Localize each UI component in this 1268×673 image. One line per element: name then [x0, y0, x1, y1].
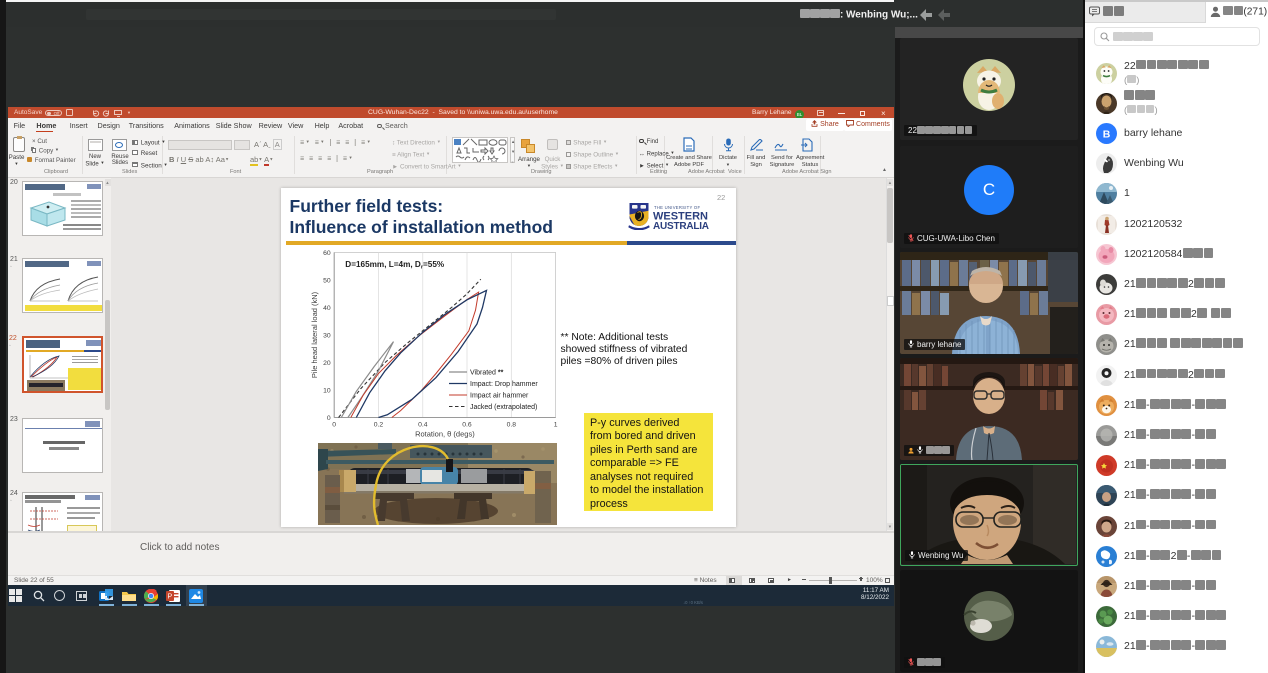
svg-text:0.2: 0.2 — [374, 422, 384, 429]
svg-text:60: 60 — [323, 250, 331, 257]
svg-text:Rotation, θ (degs): Rotation, θ (degs) — [415, 430, 475, 439]
svg-text:B: B — [1103, 128, 1111, 140]
svg-text:40: 40 — [323, 305, 331, 312]
svg-text:10: 10 — [323, 387, 331, 394]
svg-text:0.6: 0.6 — [462, 422, 472, 429]
svg-text:20: 20 — [323, 360, 331, 367]
svg-text:0: 0 — [332, 422, 336, 429]
svg-text:Jacked (extrapolated): Jacked (extrapolated) — [470, 404, 537, 411]
svg-text:D=165mm, L=4m, Dr=55%: D=165mm, L=4m, Dr=55% — [345, 260, 445, 271]
svg-text:Impact: Drop hammer: Impact: Drop hammer — [470, 381, 538, 388]
svg-text:0.8: 0.8 — [507, 422, 517, 429]
svg-text:30: 30 — [323, 332, 331, 339]
svg-text:Impact air hammer: Impact air hammer — [470, 392, 529, 399]
svg-text:Pile head lateral load (kN): Pile head lateral load (kN) — [310, 291, 319, 378]
svg-text:50: 50 — [323, 277, 331, 284]
svg-text:1: 1 — [554, 422, 558, 429]
svg-text:0: 0 — [327, 415, 331, 422]
svg-text:0.4: 0.4 — [418, 422, 428, 429]
svg-text:Vibrated **: Vibrated ** — [470, 369, 504, 376]
svg-text:P: P — [168, 594, 173, 601]
